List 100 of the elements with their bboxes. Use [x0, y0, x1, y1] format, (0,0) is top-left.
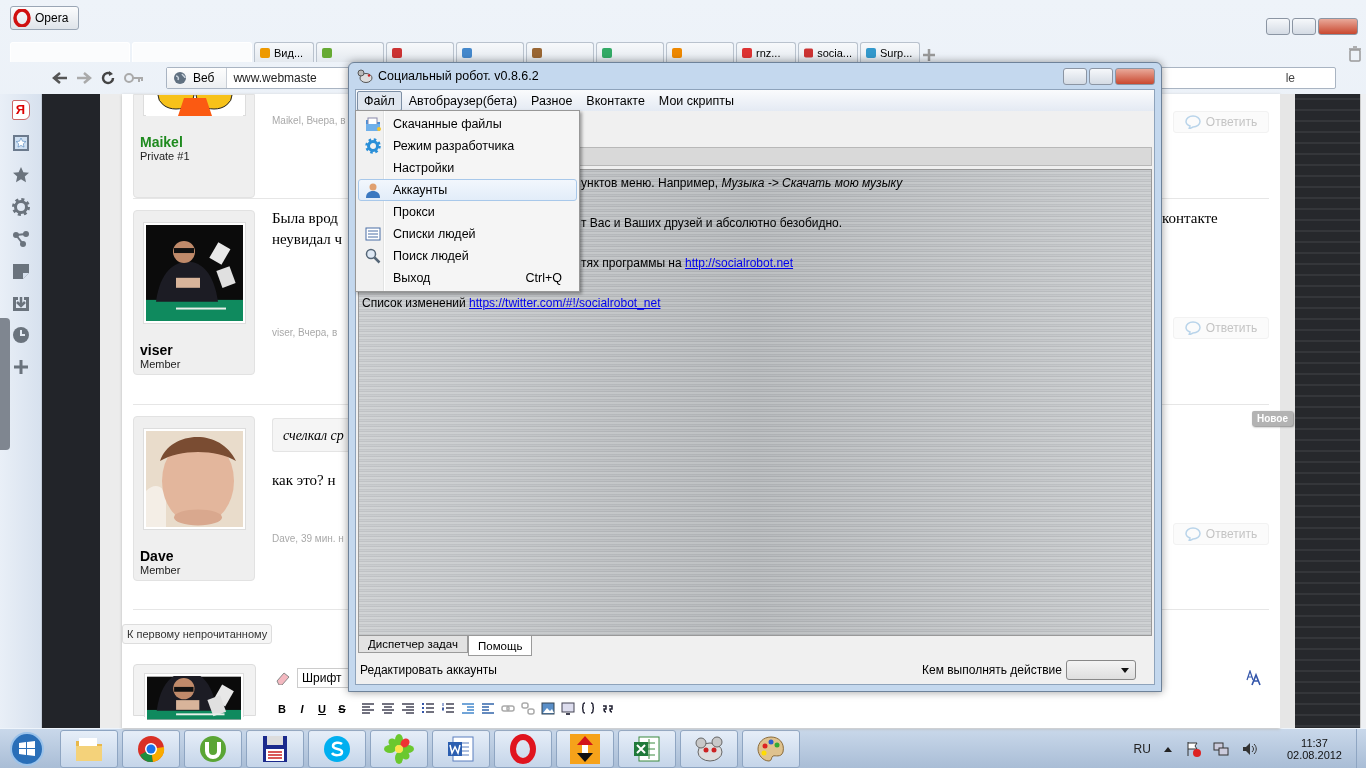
menu-item[interactable]: Настройки — [358, 157, 577, 179]
browser-tab[interactable] — [526, 42, 594, 62]
menu-item[interactable]: Вконтакте — [579, 90, 652, 111]
list-icon — [365, 226, 381, 242]
outdent-icon[interactable] — [461, 702, 475, 715]
minimize-button[interactable] — [1063, 67, 1087, 85]
code-icon[interactable] — [581, 702, 595, 715]
menu-item[interactable]: Скачанные файлы — [358, 113, 577, 135]
link-icon[interactable] — [501, 702, 515, 715]
scrollbar[interactable] — [1360, 94, 1366, 728]
share-icon[interactable] — [11, 230, 30, 248]
browser-tab[interactable]: socia... — [798, 42, 858, 62]
message-text: неувидал ч — [272, 231, 344, 249]
menu-item[interactable]: Списки людей — [358, 223, 577, 245]
menu-item[interactable]: Прокси — [358, 201, 577, 223]
gear-icon — [365, 138, 381, 154]
clock-icon[interactable] — [11, 326, 30, 344]
download-icon[interactable] — [11, 294, 30, 312]
shortcut-text: Ctrl+Q — [525, 271, 562, 285]
username[interactable]: Dave — [140, 548, 254, 564]
menu-item[interactable]: Разное — [524, 90, 580, 111]
align-center-icon[interactable] — [381, 702, 395, 715]
start-button[interactable] — [8, 729, 46, 768]
network-icon[interactable] — [1212, 740, 1229, 757]
numbered-list-icon[interactable] — [441, 702, 455, 715]
browser-tab[interactable] — [456, 42, 524, 62]
web-button[interactable]: Веб — [167, 68, 228, 88]
browser-tab[interactable] — [316, 42, 384, 62]
message-text: как это? н — [272, 472, 337, 490]
opera-menu-button[interactable]: Opera — [10, 6, 80, 30]
link[interactable]: http://socialrobot.net — [685, 256, 794, 270]
favicon-icon — [804, 47, 814, 58]
user-rank: Member — [140, 564, 182, 576]
maximize-button[interactable] — [1089, 67, 1113, 85]
note-icon[interactable] — [11, 262, 30, 280]
browser-tab[interactable]: Вид... — [254, 42, 314, 62]
menu-item[interactable]: Автобраузер(бета) — [401, 90, 525, 111]
indent-icon[interactable] — [481, 702, 495, 715]
browser-tab[interactable]: rnz... — [736, 42, 796, 62]
media-icon[interactable] — [561, 702, 575, 715]
format-button[interactable]: U — [315, 702, 329, 715]
post-meta: Maikel, Вчера, в — [272, 115, 346, 126]
browser-tab[interactable]: Surp... — [860, 42, 920, 62]
menu-item[interactable]: Аккаунты — [358, 179, 577, 201]
minimize-button[interactable] — [1266, 18, 1290, 35]
taskbar-app-button[interactable] — [432, 729, 490, 768]
performer-dropdown[interactable] — [1066, 660, 1136, 680]
browser-tab[interactable] — [666, 42, 734, 62]
clock-time[interactable]: 11:37 — [1301, 736, 1328, 749]
help-text: т Вас и Ваших друзей и абсолютно безобидно. — [581, 216, 843, 232]
username[interactable]: Maikel — [140, 134, 254, 150]
quote-icon[interactable] — [601, 702, 615, 715]
menu-item[interactable]: Режим разработчика — [358, 135, 577, 157]
menu-item[interactable]: Мои скрипты — [651, 90, 741, 111]
new-tab-icon[interactable] — [922, 48, 936, 62]
taskbar-app-button[interactable] — [556, 729, 614, 768]
font-size-icon[interactable] — [1245, 670, 1261, 686]
address-text: le — [1285, 71, 1296, 85]
star-icon[interactable] — [11, 166, 30, 184]
menu-item[interactable]: Поиск людей — [358, 245, 577, 267]
trash-icon[interactable] — [1348, 46, 1362, 62]
menu-item[interactable]: Файл — [357, 90, 402, 111]
yandex-button[interactable]: Я — [11, 100, 30, 120]
image-icon[interactable] — [541, 702, 555, 715]
bullet-list-icon[interactable] — [421, 702, 435, 715]
tab[interactable]: Помощь — [467, 636, 533, 656]
username[interactable]: viser — [140, 342, 254, 358]
dropdown-arrow-icon — [1121, 667, 1129, 673]
link[interactable]: https://twitter.com/#!/socialrobot_net — [469, 296, 661, 310]
panel-handle[interactable] — [0, 318, 10, 450]
menu-item[interactable]: Выход Ctrl+Q — [358, 267, 577, 289]
flower-icon — [383, 732, 415, 765]
taskbar-app-button[interactable] — [246, 729, 304, 768]
forward-icon[interactable] — [76, 71, 92, 85]
favicon-icon — [322, 47, 332, 58]
close-button[interactable] — [1318, 18, 1358, 35]
tab[interactable]: Диспетчер задач — [358, 636, 468, 653]
browser-tab[interactable] — [386, 42, 454, 62]
back-icon[interactable] — [52, 71, 68, 85]
plus-icon[interactable] — [11, 358, 30, 376]
align-left-icon[interactable] — [361, 702, 375, 715]
maximize-button[interactable] — [1292, 18, 1316, 35]
close-button[interactable] — [1115, 67, 1155, 85]
format-button[interactable]: S — [335, 702, 349, 715]
key-icon[interactable] — [124, 72, 144, 84]
opera-icon — [507, 732, 539, 765]
action-center-flag-icon[interactable] — [1184, 740, 1201, 757]
unlink-icon[interactable] — [521, 702, 535, 715]
reload-icon[interactable] — [100, 70, 116, 86]
align-right-icon[interactable] — [401, 702, 415, 715]
settings-icon[interactable] — [11, 198, 30, 216]
eraser-icon[interactable] — [275, 671, 291, 685]
format-button[interactable]: I — [295, 702, 309, 715]
language-indicator[interactable]: RU — [1133, 741, 1151, 756]
post-meta: Dave, 39 мин. н — [272, 533, 344, 544]
format-button[interactable]: B — [275, 702, 289, 715]
browser-tab[interactable] — [596, 42, 664, 62]
first-unread-button[interactable]: К первому непрочитанному — [122, 624, 273, 644]
bookmarks-icon[interactable] — [11, 134, 30, 152]
clock-date[interactable]: 02.08.2012 — [1286, 748, 1342, 761]
